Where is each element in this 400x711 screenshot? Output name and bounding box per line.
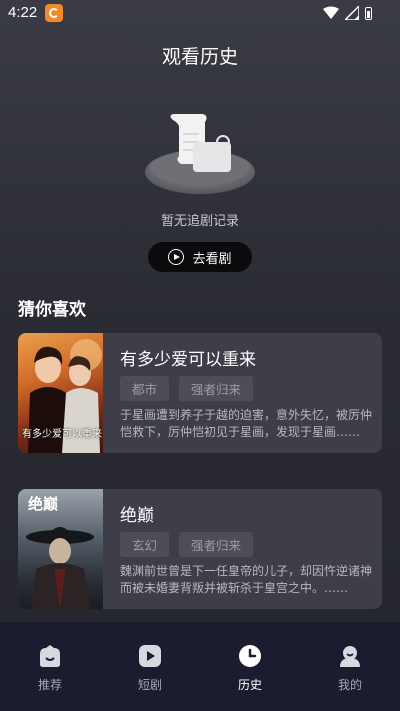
drama-card[interactable]: 绝巅 绝巅 玄幻 强者归来 魏渊前世曾是下一任皇帝的儿子，却因忤逆诸神而被未婚妻… bbox=[18, 489, 382, 609]
drama-card[interactable]: 有多少爱可以重来 有多少爱可以重来 都市 强者归来 于星画遭到养子于越的迫害，意… bbox=[18, 333, 382, 453]
nav-label: 我的 bbox=[337, 678, 362, 692]
nav-item-short-drama[interactable]: 短剧 bbox=[100, 622, 200, 711]
section-title: 猜你喜欢 bbox=[18, 300, 86, 320]
drama-poster: 绝巅 bbox=[18, 489, 103, 609]
nav-label: 推荐 bbox=[37, 678, 62, 692]
wifi-icon bbox=[323, 6, 339, 19]
battery-icon bbox=[365, 6, 372, 20]
signal-icon bbox=[345, 6, 359, 20]
tag-list: 都市 强者归来 bbox=[120, 376, 254, 401]
nav-item-profile[interactable]: 我的 bbox=[300, 622, 400, 711]
drama-description: 于星画遭到养子于越的迫害，意外失忆，被厉仲恺救下，厉仲恺初见于星画，发现于星画…… bbox=[120, 408, 373, 439]
page-title: 观看历史 bbox=[161, 46, 238, 68]
go-watch-button[interactable]: 去看剧 bbox=[148, 242, 252, 272]
profile-icon bbox=[340, 646, 360, 667]
nav-label: 短剧 bbox=[137, 678, 162, 692]
home-icon bbox=[40, 645, 60, 667]
status-icons bbox=[323, 6, 372, 20]
tag: 玄幻 bbox=[120, 532, 170, 557]
nav-label: 历史 bbox=[237, 678, 262, 692]
empty-history-illustration bbox=[145, 114, 255, 194]
tag: 都市 bbox=[120, 376, 170, 401]
poster-title: 绝巅 bbox=[28, 495, 59, 513]
status-bar: 4:22 bbox=[0, 0, 400, 26]
bottom-nav: 推荐 短剧 历史 我的 bbox=[0, 622, 400, 711]
play-circle-icon bbox=[168, 249, 185, 265]
drama-title: 有多少爱可以重来 bbox=[120, 350, 256, 370]
status-time: 4:22 bbox=[8, 4, 38, 21]
tag: 强者归来 bbox=[179, 532, 254, 557]
tag-list: 玄幻 强者归来 bbox=[120, 532, 254, 557]
nav-item-history[interactable]: 历史 bbox=[200, 622, 300, 711]
drama-description: 魏渊前世曾是下一任皇帝的儿子，却因忤逆诸神而被未婚妻背叛并被斩杀于皇宫之中。…… bbox=[120, 564, 373, 595]
poster-title: 有多少爱可以重来 bbox=[22, 429, 102, 440]
nav-item-recommend[interactable]: 推荐 bbox=[0, 622, 100, 711]
empty-message: 暂无追剧记录 bbox=[160, 214, 239, 229]
drama-poster: 有多少爱可以重来 bbox=[18, 333, 103, 453]
tag: 强者归来 bbox=[179, 376, 254, 401]
app-notification-icon bbox=[45, 4, 63, 22]
play-icon bbox=[139, 645, 161, 667]
clock-icon bbox=[239, 645, 261, 667]
go-watch-label: 去看剧 bbox=[192, 251, 232, 267]
drama-title: 绝巅 bbox=[120, 506, 154, 526]
